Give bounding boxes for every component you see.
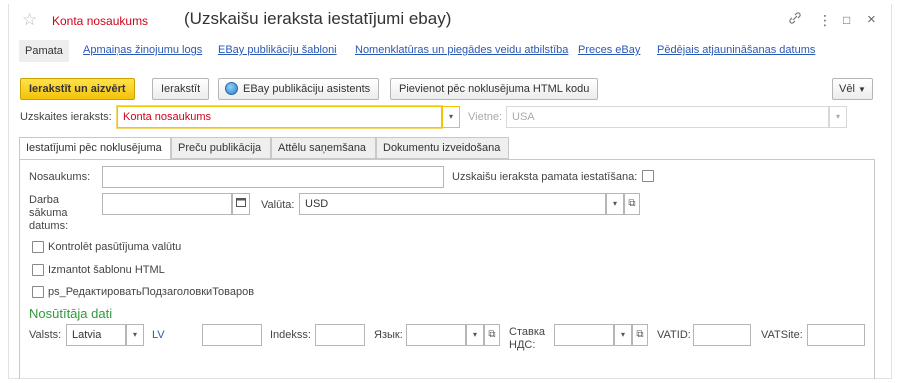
tab-document-creation[interactable]: Dokumentu izveidošana — [376, 137, 509, 159]
vat-rate-input[interactable] — [554, 324, 614, 346]
vatid-label: VATID: — [657, 329, 691, 341]
nav-main[interactable]: Pamata — [19, 40, 69, 62]
vat-rate-open-icon[interactable]: ⧉ — [632, 324, 648, 346]
country-extra-input[interactable] — [202, 324, 262, 346]
more-menu-button[interactable]: Vēl ▼ — [832, 78, 873, 100]
language-input[interactable] — [406, 324, 466, 346]
account-label: Uzskaites ieraksts: — [20, 111, 112, 123]
name-input[interactable] — [102, 166, 444, 188]
country-dropdown-icon[interactable]: ▾ — [126, 324, 144, 346]
tab-goods-publication[interactable]: Preču publikācija — [171, 137, 271, 159]
check-currency-label: Kontrolēt pasūtījuma valūtu — [48, 241, 182, 253]
page-title: (Uzskaišu ieraksta iestatījumi ebay) — [184, 9, 452, 28]
currency-dropdown-icon[interactable]: ▾ — [606, 193, 624, 215]
country-input[interactable]: Latvia — [66, 324, 126, 346]
save-button[interactable]: Ierakstīt — [152, 78, 210, 100]
nav-ebay-goods[interactable]: Preces eBay — [578, 44, 640, 56]
check-currency-checkbox[interactable] — [32, 241, 44, 253]
more-menu-label: Vēl — [839, 83, 855, 95]
favorite-star-icon[interactable]: ☆ — [22, 10, 37, 30]
basic-setting-label: Uzskaišu ieraksta pamata iestatīšana: — [452, 171, 638, 183]
close-icon[interactable]: × — [867, 11, 876, 29]
language-open-icon[interactable]: ⧉ — [484, 324, 500, 346]
start-date-label: Darba sākuma datums: — [29, 194, 69, 232]
basic-setting-checkbox[interactable] — [642, 170, 654, 182]
name-label: Nosaukums: — [29, 171, 91, 183]
globe-icon — [225, 82, 238, 95]
record-name: Konta nosaukums — [52, 14, 149, 28]
use-html-label: Izmantot šablonu HTML — [48, 264, 165, 276]
start-date-input[interactable] — [102, 193, 232, 215]
currency-open-icon[interactable]: ⧉ — [624, 193, 640, 215]
nav-ebay-templates[interactable]: EBay publikāciju šabloni — [218, 44, 337, 56]
more-options-icon[interactable]: ⋮ — [818, 11, 832, 29]
nav-nomenclature-delivery[interactable]: Nomenklatūras un piegādes veidu atbilstī… — [355, 44, 568, 56]
calendar-icon[interactable] — [232, 193, 250, 215]
link-icon[interactable] — [788, 11, 802, 29]
vatid-input[interactable] — [693, 324, 751, 346]
currency-label: Valūta: — [261, 199, 295, 211]
nav-last-update-date[interactable]: Pēdējais atjaunināšanas datums — [657, 44, 815, 56]
tab-image-retrieval[interactable]: Attēlu saņemšana — [271, 137, 376, 159]
country-label: Valsts: — [29, 329, 62, 341]
account-input[interactable]: Konta nosaukums — [117, 106, 442, 128]
index-label: Indekss: — [270, 329, 311, 341]
listing-assistant-button[interactable]: EBay publikāciju asistents — [218, 78, 380, 100]
save-and-close-button[interactable]: Ierakstīt un aizvērt — [20, 78, 135, 100]
index-input[interactable] — [315, 324, 365, 346]
dropdown-arrow-icon: ▼ — [857, 85, 866, 94]
site-label: Vietne: — [468, 111, 503, 123]
sender-data-heading: Nosūtītāja dati — [29, 306, 113, 321]
use-html-checkbox[interactable] — [32, 264, 44, 276]
language-dropdown-icon[interactable]: ▾ — [466, 324, 484, 346]
listing-assistant-label: EBay publikāciju asistents — [243, 83, 371, 95]
site-input[interactable]: USA — [506, 106, 829, 128]
vat-rate-dropdown-icon[interactable]: ▾ — [614, 324, 632, 346]
edit-subtitles-label: ps_РедактироватьПодзаголовкиТоваров — [48, 286, 255, 298]
language-label: Язык: — [374, 329, 403, 341]
vatsite-label: VATSite: — [761, 329, 803, 341]
edit-subtitles-checkbox[interactable] — [32, 286, 44, 298]
country-code: LV — [152, 329, 165, 341]
vat-rate-label: Ставка НДС: — [509, 326, 545, 351]
tab-default-settings[interactable]: Iestatījumi pēc noklusējuma — [19, 137, 171, 160]
vatsite-input[interactable] — [807, 324, 865, 346]
account-dropdown-icon[interactable]: ▾ — [442, 106, 460, 128]
maximize-icon[interactable]: □ — [843, 11, 850, 29]
currency-input[interactable]: USD — [299, 193, 606, 215]
nav-exchange-messages[interactable]: Apmaiņas žinojumu logs — [83, 44, 202, 56]
add-default-html-button[interactable]: Pievienot pēc noklusējuma HTML kodu — [390, 78, 599, 100]
site-dropdown-icon[interactable]: ▾ — [829, 106, 847, 128]
